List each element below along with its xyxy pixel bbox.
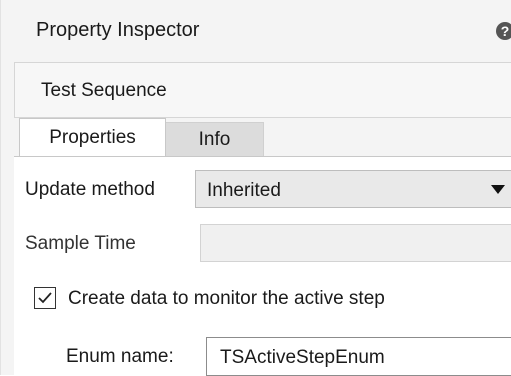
panel-title: Property Inspector [36,19,200,41]
tab-info[interactable]: Info [166,122,264,156]
monitor-active-step-checkbox[interactable] [34,287,56,309]
update-method-dropdown[interactable]: Inherited [195,170,511,208]
tab-bar: Properties Info [14,118,511,157]
update-method-value: Inherited [207,180,281,201]
sample-time-field [200,224,511,262]
update-method-label: Update method [25,179,155,200]
object-name: Test Sequence [41,80,167,101]
chevron-down-icon [491,185,505,194]
checkmark-icon [38,292,52,304]
property-inspector-panel: Property Inspector ? × Test Sequence Pro… [0,0,511,376]
properties-content: Update method Inherited Sample Time Crea… [14,156,511,376]
sample-time-label: Sample Time [25,233,136,254]
help-icon[interactable]: ? [496,22,511,40]
enum-name-input[interactable]: TSActiveStepEnum [206,337,511,376]
tab-properties[interactable]: Properties [19,118,166,157]
monitor-active-step-label[interactable]: Create data to monitor the active step [68,288,385,310]
enum-name-value: TSActiveStepEnum [220,347,385,368]
enum-name-label: Enum name: [66,346,174,367]
title-bar: Property Inspector ? × [11,0,511,62]
object-header: Test Sequence [14,62,511,118]
